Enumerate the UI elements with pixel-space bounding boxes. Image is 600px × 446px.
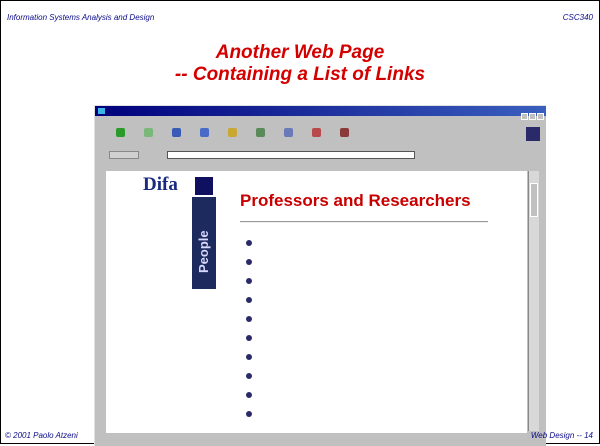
bullet-icon xyxy=(246,278,252,284)
bullet-icon xyxy=(246,411,252,417)
divider xyxy=(240,221,488,223)
security-icon xyxy=(311,128,321,137)
bullet-icon xyxy=(246,297,252,303)
browser-toolbar xyxy=(95,125,546,149)
web-page-content: Difa People Professors and Researchers xyxy=(106,171,527,443)
course-code: CSC340 xyxy=(562,13,593,22)
difa-logo-text: Difa xyxy=(143,174,178,195)
stop-button xyxy=(333,128,355,148)
bullet-icon xyxy=(246,316,252,322)
page-heading: Professors and Researchers xyxy=(240,191,471,210)
guide-button xyxy=(249,128,271,148)
reload-icon xyxy=(171,128,181,137)
bullet-icon xyxy=(246,335,252,341)
bullet-icon xyxy=(246,373,252,379)
back-button xyxy=(109,128,131,148)
browser-status-bar xyxy=(95,433,546,446)
search-button xyxy=(221,128,243,148)
bullet-icon xyxy=(246,259,252,265)
home-button xyxy=(193,128,215,148)
home-icon xyxy=(199,128,209,137)
window-controls xyxy=(520,107,544,120)
bullet-icon xyxy=(246,240,252,246)
back-icon xyxy=(115,128,125,137)
print-icon xyxy=(283,128,293,137)
slide-title-line1: Another Web Page xyxy=(215,42,385,63)
search-icon xyxy=(227,128,237,137)
print-button xyxy=(277,128,299,148)
scrollbar-thumb xyxy=(530,183,538,217)
forward-icon xyxy=(143,128,153,137)
course-title: Information Systems Analysis and Design xyxy=(7,13,155,22)
location-bar xyxy=(95,149,546,161)
guide-icon xyxy=(255,128,265,137)
reload-button xyxy=(165,128,187,148)
slide-title-line2: -- Containing a List of Links xyxy=(174,64,426,85)
logo-mark-icon xyxy=(195,177,213,195)
forward-button xyxy=(137,128,159,148)
browser-app-icon xyxy=(98,108,105,114)
browser-title-bar xyxy=(95,106,546,120)
slide-number: Web Design -- 14 xyxy=(530,431,593,440)
slide: Information Systems Analysis and Design … xyxy=(0,0,600,446)
security-button xyxy=(305,128,327,148)
bullet-icon xyxy=(246,354,252,360)
copyright: © 2001 Paolo Atzeni xyxy=(5,431,78,440)
url-field xyxy=(167,151,415,159)
bullet-icon xyxy=(246,392,252,398)
difa-logo: Difa People xyxy=(121,171,216,289)
browser-window-screenshot: Difa People Professors and Researchers xyxy=(94,105,546,446)
personal-toolbar xyxy=(95,161,546,170)
browser-menu-bar xyxy=(95,116,546,125)
stop-icon xyxy=(339,128,349,137)
vertical-scrollbar xyxy=(528,171,539,431)
people-label: People xyxy=(196,230,211,274)
bookmarks-button xyxy=(109,151,139,159)
netscape-logo-icon xyxy=(526,127,540,141)
